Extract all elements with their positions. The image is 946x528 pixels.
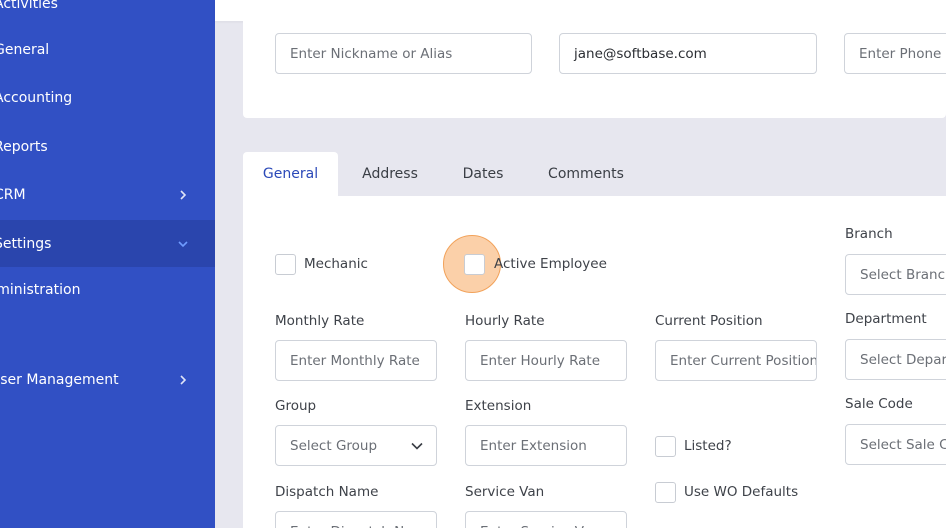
- sidebar-item-general[interactable]: General: [0, 26, 215, 73]
- email-field[interactable]: jane@softbase.com: [559, 33, 817, 74]
- sidebar: Activities General Accounting Reports CR…: [0, 0, 215, 528]
- sidebar-item-label: CRM: [0, 186, 26, 203]
- use-wo-defaults-label: Use WO Defaults: [684, 484, 799, 500]
- sidebar-item-user-management[interactable]: User Management: [0, 356, 215, 403]
- service-van-input[interactable]: Enter Service Van: [465, 511, 627, 528]
- monthly-rate-input[interactable]: Enter Monthly Rate: [275, 340, 437, 381]
- sale-code-label: Sale Code: [845, 396, 913, 412]
- current-position-label: Current Position: [655, 313, 763, 329]
- service-van-label: Service Van: [465, 484, 545, 500]
- extension-label: Extension: [465, 398, 532, 414]
- sidebar-item-label: Activities: [0, 0, 58, 12]
- dispatch-name-input[interactable]: Enter Dispatch Name: [275, 511, 437, 528]
- listed-label: Listed?: [684, 438, 732, 454]
- sidebar-item-accounting[interactable]: Accounting: [0, 74, 215, 121]
- chevron-right-icon: [180, 374, 187, 385]
- tab-comments[interactable]: Comments: [535, 152, 637, 196]
- sidebar-item-label: Accounting: [0, 89, 73, 106]
- chevron-down-icon: [178, 240, 188, 247]
- extension-input[interactable]: Enter Extension: [465, 425, 627, 466]
- sidebar-item-crm[interactable]: CRM: [0, 171, 215, 218]
- listed-checkbox[interactable]: [655, 436, 676, 457]
- group-select-value: Select Group: [290, 437, 378, 454]
- sidebar-item-settings[interactable]: Settings: [0, 220, 215, 267]
- active-employee-label: Active Employee: [494, 256, 607, 272]
- tab-address[interactable]: Address: [345, 152, 435, 196]
- hourly-rate-input[interactable]: Enter Hourly Rate: [465, 340, 627, 381]
- branch-select[interactable]: Select Branch: [845, 254, 946, 295]
- branch-label: Branch: [845, 226, 893, 242]
- phone-input[interactable]: Enter Phone #: [844, 33, 946, 74]
- chevron-down-icon: [411, 442, 423, 450]
- sidebar-item-label: General: [0, 41, 50, 58]
- use-wo-defaults-checkbox[interactable]: [655, 482, 676, 503]
- group-select[interactable]: Select Group: [275, 425, 437, 466]
- department-label: Department: [845, 311, 927, 327]
- mechanic-checkbox[interactable]: [275, 254, 296, 275]
- monthly-rate-label: Monthly Rate: [275, 313, 365, 329]
- sidebar-item-administration[interactable]: Administration: [0, 266, 215, 313]
- sale-code-select[interactable]: Select Sale Code: [845, 424, 946, 465]
- group-label: Group: [275, 398, 317, 414]
- dispatch-name-label: Dispatch Name: [275, 484, 379, 500]
- sidebar-item-label: Reports: [0, 138, 48, 155]
- sidebar-item-activities[interactable]: Activities: [0, 0, 215, 27]
- current-position-input[interactable]: Enter Current Position: [655, 340, 817, 381]
- department-select[interactable]: Select Department: [845, 339, 946, 380]
- sidebar-item-label: User Management: [0, 371, 119, 388]
- sidebar-item-reports[interactable]: Reports: [0, 123, 215, 170]
- top-bar: [215, 0, 946, 21]
- mechanic-label: Mechanic: [304, 256, 368, 272]
- sidebar-item-label: Administration: [0, 281, 81, 298]
- tab-general[interactable]: General: [243, 152, 338, 196]
- tab-dates[interactable]: Dates: [443, 152, 523, 196]
- hourly-rate-label: Hourly Rate: [465, 313, 545, 329]
- sidebar-item-label: Settings: [0, 235, 52, 252]
- active-employee-checkbox[interactable]: [464, 254, 485, 275]
- nickname-input[interactable]: Enter Nickname or Alias: [275, 33, 532, 74]
- chevron-right-icon: [180, 189, 187, 200]
